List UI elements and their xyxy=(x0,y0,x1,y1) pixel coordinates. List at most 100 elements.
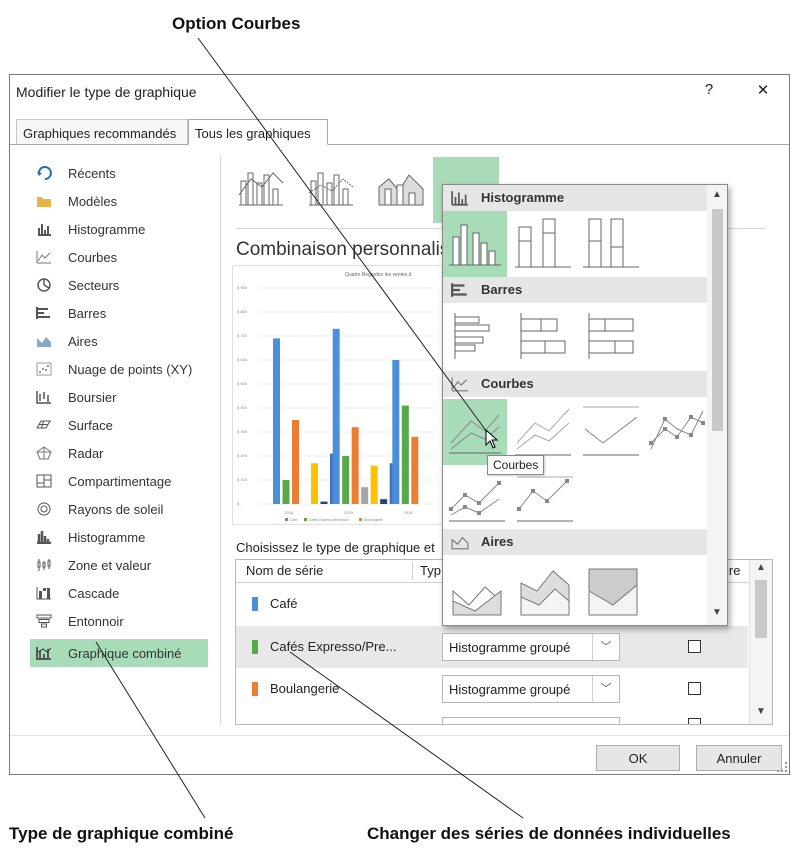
resize-grip-icon[interactable] xyxy=(777,762,787,772)
sidebar-item-modeles[interactable]: Modèles xyxy=(30,189,208,213)
chevron-down-icon[interactable]: ﹀ xyxy=(592,634,619,660)
close-button[interactable]: ✕ xyxy=(752,81,774,99)
legend-label: Boulangerie xyxy=(364,518,383,522)
sidebar-item-surface[interactable]: Surface xyxy=(30,413,208,437)
col-header-divider xyxy=(412,562,413,580)
scroll-thumb[interactable] xyxy=(712,209,723,431)
subtype-thumb-3[interactable] xyxy=(377,165,427,209)
legend-swatch xyxy=(304,518,307,521)
ok-button[interactable]: OK xyxy=(596,745,680,771)
bar-2016-0 xyxy=(392,360,400,504)
subtype-thumb-2[interactable] xyxy=(307,165,357,209)
secondary-axis-checkbox[interactable] xyxy=(688,718,701,724)
sidebar-item-secteurs[interactable]: Secteurs xyxy=(30,273,208,297)
x-tick-label: 2015 xyxy=(344,510,354,515)
subtype-thumb-1[interactable] xyxy=(237,165,287,209)
gallery-section-label: Aires xyxy=(481,534,514,549)
sidebar-item-histogramme[interactable]: Histogramme xyxy=(30,217,208,241)
series-type-value: Histogramme groupé xyxy=(449,640,571,655)
sidebar-item-zone[interactable]: Zone et valeur xyxy=(30,553,208,577)
series-name: Boulangerie xyxy=(270,681,340,696)
scroll-down-icon[interactable]: ▼ xyxy=(756,706,766,717)
table-row-selected[interactable]: Cafés Expresso/Pre... Histogramme groupé… xyxy=(236,626,748,668)
sidebar-item-label: Secteurs xyxy=(68,277,120,293)
sidebar-item-entonnoir[interactable]: Entonnoir xyxy=(30,609,208,633)
sidebar-item-label: Zone et valeur xyxy=(68,557,152,573)
sidebar-item-label: Histogramme xyxy=(68,221,146,237)
table-row: Boulangerie Histogramme groupé ﹀ xyxy=(236,668,772,710)
sidebar-item-cascade[interactable]: Cascade xyxy=(30,581,208,605)
gallery-thumb-100-stacked-column[interactable] xyxy=(581,211,641,268)
choose-label: Choisissez le type de graphique et xyxy=(236,540,435,555)
sidebar-item-rayons[interactable]: Rayons de soleil xyxy=(30,497,208,521)
footer-divider xyxy=(10,735,789,736)
cursor-arrow-icon xyxy=(485,428,499,454)
tab-recommended[interactable]: Graphiques recommandés xyxy=(16,119,188,145)
gallery-thumb-100-stacked-area[interactable] xyxy=(583,561,643,617)
gallery-section-aires: Aires xyxy=(443,529,707,555)
bar-2014-2 xyxy=(292,420,299,504)
gallery-thumb-100-stacked-line-markers[interactable] xyxy=(515,469,575,525)
sidebar-item-barres[interactable]: Barres xyxy=(30,301,208,325)
gallery-thumb-stacked-bar[interactable] xyxy=(515,309,575,365)
series-type-select[interactable]: Histogramme groupé ﹀ xyxy=(442,633,620,661)
tab-all-charts[interactable]: Tous les graphiques xyxy=(188,119,328,145)
sidebar-item-radar[interactable]: Radar xyxy=(30,441,208,465)
help-button[interactable]: ? xyxy=(698,81,720,98)
scroll-up-icon[interactable]: ▲ xyxy=(712,189,722,200)
area-chart-icon xyxy=(34,333,54,349)
legend-label: Café xyxy=(290,518,297,522)
sidebar-item-combine[interactable]: Graphique combiné xyxy=(30,639,208,667)
gallery-thumb-stacked-column[interactable] xyxy=(513,211,573,268)
scroll-up-icon[interactable]: ▲ xyxy=(756,562,766,573)
sidebar-item-recents[interactable]: Récents xyxy=(30,161,208,185)
column-chart-icon xyxy=(451,191,468,206)
bar-2014-4 xyxy=(311,463,318,504)
gallery-thumb-line-markers[interactable] xyxy=(647,399,707,455)
gallery-thumb-stacked-line-markers[interactable] xyxy=(447,469,507,525)
gallery-scrollbar[interactable]: ▲ ▼ xyxy=(707,185,727,625)
sidebar-item-nuage[interactable]: Nuage de points (XY) xyxy=(30,357,208,381)
gallery-thumb-area[interactable] xyxy=(447,561,507,617)
series-type-select[interactable]: Histogramme groupé ﹀ xyxy=(442,675,620,703)
sidebar-item-compartimentage[interactable]: Compartimentage xyxy=(30,469,208,493)
preview-plot-area: 2014 2015 2016 Café Cafés Expresso/Premium Bo… xyxy=(259,287,438,522)
secondary-axis-checkbox[interactable] xyxy=(688,682,701,695)
gallery-thumb-stacked-line[interactable] xyxy=(513,399,573,456)
sidebar-divider xyxy=(220,155,221,725)
bar-2015-2 xyxy=(351,427,359,504)
scroll-down-icon[interactable]: ▼ xyxy=(712,607,722,618)
sidebar-item-aires[interactable]: Aires xyxy=(30,329,208,353)
legend-label: Cafés Expresso/Premium xyxy=(309,518,349,522)
bar-2014-0 xyxy=(273,338,280,504)
gallery-thumb-100-stacked-line[interactable] xyxy=(581,399,641,456)
series-color-swatch xyxy=(252,682,258,696)
dialog-title: Modifier le type de graphique xyxy=(16,84,197,100)
sidebar-item-histogramme-2[interactable]: Histogramme xyxy=(30,525,208,549)
sidebar-item-label: Radar xyxy=(68,445,104,461)
bar-2015-5 xyxy=(380,499,388,504)
x-tick-label: 2016 xyxy=(404,510,414,515)
series-type-select[interactable] xyxy=(442,717,620,724)
gallery-thumb-100-stacked-bar[interactable] xyxy=(583,309,643,365)
sidebar-item-label: Surface xyxy=(68,417,113,433)
gallery-thumb-clustered-column[interactable] xyxy=(443,211,507,277)
x-tick-label: 2014 xyxy=(284,510,294,515)
col-header-axis: ire xyxy=(726,563,741,578)
secondary-axis-checkbox[interactable] xyxy=(688,640,701,653)
table-scrollbar[interactable]: ▲ ▼ xyxy=(749,560,772,724)
callout-option-courbes: Option Courbes xyxy=(172,14,301,33)
gallery-thumb-stacked-area[interactable] xyxy=(515,561,575,617)
chevron-down-icon[interactable]: ﹀ xyxy=(592,676,619,702)
cancel-button[interactable]: Annuler xyxy=(696,745,782,771)
sidebar-item-boursier[interactable]: Boursier xyxy=(30,385,208,409)
callout-series-change: Changer des séries de données individuel… xyxy=(367,824,731,843)
gallery-tooltip: Courbes xyxy=(487,455,545,475)
treemap-chart-icon xyxy=(34,473,54,489)
series-type-value: Histogramme groupé xyxy=(449,682,571,697)
gallery-thumb-clustered-bar[interactable] xyxy=(447,309,507,365)
sidebar-item-courbes[interactable]: Courbes xyxy=(30,245,208,269)
bar-2014-5 xyxy=(320,501,328,504)
scroll-thumb[interactable] xyxy=(755,580,767,638)
col-header-name: Nom de série xyxy=(246,563,324,578)
